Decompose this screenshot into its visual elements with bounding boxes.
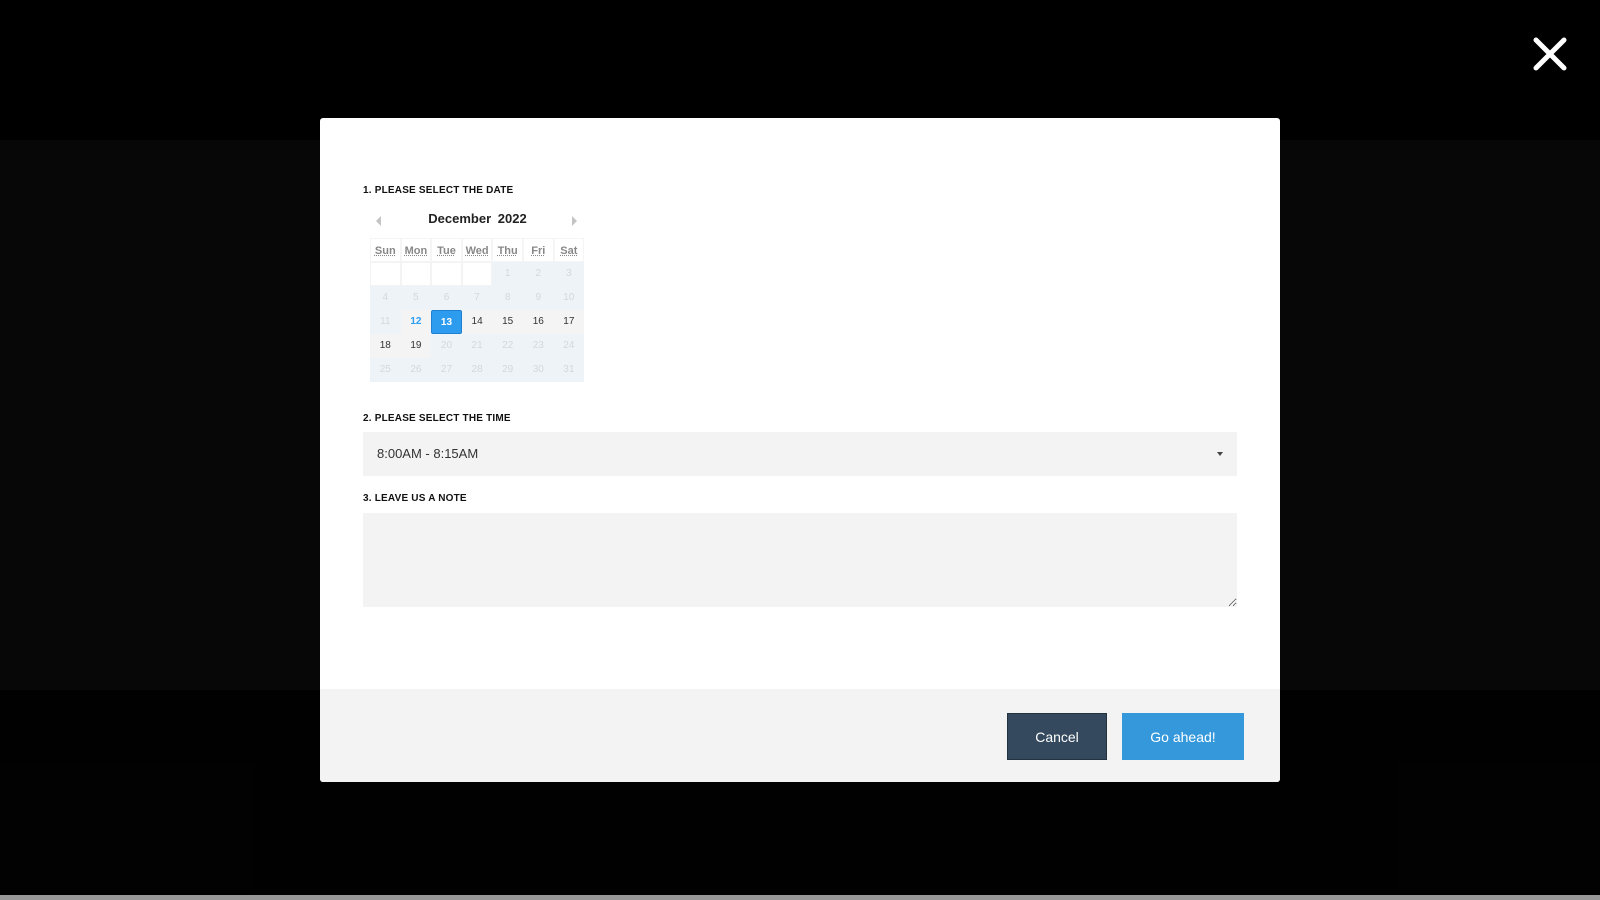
calendar-weekday: Mon [400,238,432,262]
calendar-day-selected[interactable]: 13 [431,310,462,334]
calendar-weekday: Fri [522,238,554,262]
time-select-value: 8:00AM - 8:15AM [377,446,479,461]
chevron-right-icon[interactable] [572,216,577,226]
calendar-day: 6 [431,286,462,310]
calendar-empty-cell [370,262,401,286]
calendar-header: December 2022 [370,208,585,238]
calendar-day: 20 [431,334,462,358]
calendar-day: 30 [522,358,554,382]
calendar-day: 28 [461,358,493,382]
calendar-day: 2 [522,262,554,286]
time-select[interactable]: 8:00AM - 8:15AM [363,432,1237,476]
calendar-day: 25 [370,358,401,382]
calendar-weekday: Wed [461,238,493,262]
calendar-empty-cell [431,262,462,286]
calendar-weekday: Tue [431,238,462,262]
calendar-day: 11 [370,310,401,334]
calendar-day: 23 [522,334,554,358]
calendar-day: 4 [370,286,401,310]
caret-down-icon [1217,452,1223,456]
calendar-title: December 2022 [370,211,585,226]
note-textarea[interactable] [363,513,1237,607]
calendar-day: 8 [492,286,523,310]
modal-footer: Cancel Go ahead! [320,689,1280,782]
calendar-empty-cell [461,262,493,286]
calendar-day: 29 [492,358,523,382]
calendar-day: 27 [431,358,462,382]
calendar-day: 1 [492,262,523,286]
calendar-day: 7 [461,286,493,310]
calendar-day[interactable]: 19 [400,334,432,358]
booking-modal: 1. Please select the date December 2022 … [320,118,1280,782]
close-button[interactable] [1530,34,1570,74]
calendar-weekday: Thu [492,238,523,262]
calendar-year: 2022 [497,211,527,226]
calendar-day: 31 [553,358,585,382]
calendar-day: 21 [461,334,493,358]
date-section-label: 1. Please select the date [363,185,514,196]
calendar-day: 22 [492,334,523,358]
calendar-day: 3 [553,262,585,286]
calendar-day-today[interactable]: 12 [400,310,432,334]
calendar-day: 10 [553,286,585,310]
calendar-day[interactable]: 18 [370,334,401,358]
calendar-month: December [428,211,492,226]
note-section-label: 3. Leave us a note [363,493,467,504]
calendar-day: 5 [400,286,432,310]
time-section-label: 2. Please select the time [363,413,511,424]
calendar: December 2022 Sun Mon Tue Wed Thu Fri Sat 1 2 3 4 5… [370,208,585,382]
calendar-day[interactable]: 14 [461,310,493,334]
calendar-day: 26 [400,358,432,382]
calendar-weekday: Sun [370,238,401,262]
go-ahead-button[interactable]: Go ahead! [1122,713,1244,760]
calendar-day[interactable]: 15 [492,310,523,334]
calendar-weekday: Sat [553,238,585,262]
cancel-button[interactable]: Cancel [1007,713,1107,760]
modal-body: 1. Please select the date December 2022 … [320,118,1280,689]
close-icon [1533,37,1567,71]
calendar-day[interactable]: 17 [553,310,585,334]
calendar-day[interactable]: 16 [522,310,554,334]
calendar-empty-cell [400,262,432,286]
calendar-grid: Sun Mon Tue Wed Thu Fri Sat 1 2 3 4 5 6 7 8 9 10 11 12 13 14… [370,238,585,382]
calendar-day: 9 [522,286,554,310]
calendar-day: 24 [553,334,585,358]
